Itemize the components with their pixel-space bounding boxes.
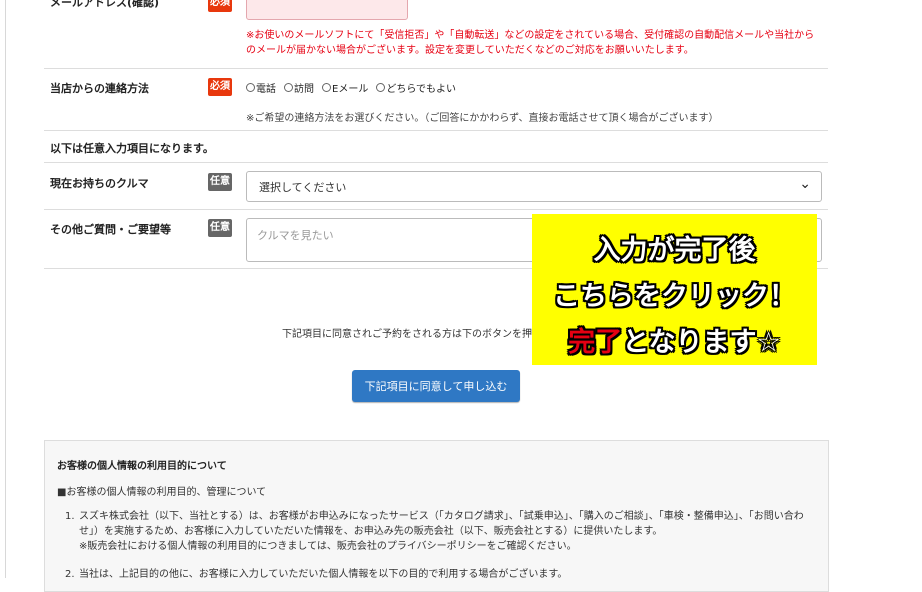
callout-line-3: 完了となります☆ [568, 327, 781, 358]
email-confirm-label: メールアドレス(確認) [50, 0, 160, 9]
row-divider [44, 209, 828, 210]
privacy-policy-box: お客様の個人情報の利用目的について ■お客様の個人情報の利用目的、管理について … [44, 440, 829, 592]
contact-method-label: 当店からの連絡方法 [50, 82, 149, 95]
textarea-placeholder: クルマを見たい [257, 229, 334, 242]
radio-email[interactable]: Eメール [322, 80, 368, 95]
radio-circle-icon[interactable] [284, 83, 293, 92]
current-car-label: 現在お持ちのクルマ [50, 177, 149, 190]
questions-label: その他ご質問・ご要望等 [50, 223, 171, 236]
radio-circle-icon[interactable] [246, 83, 255, 92]
current-car-select[interactable]: 選択してください ⌄ [246, 171, 822, 202]
required-badge: 必須 [208, 78, 232, 96]
radio-either[interactable]: どちらでもよい [376, 80, 456, 95]
radio-circle-icon[interactable] [322, 83, 331, 92]
select-value: 選択してください [259, 181, 347, 194]
callout-line-1: 入力が完了後 [593, 235, 756, 266]
page-left-border [5, 0, 6, 578]
required-badge: 必須 [208, 0, 232, 12]
contact-method-radio-group: 電話 訪問 Eメール どちらでもよい [246, 80, 456, 95]
email-warning-note: ※お使いのメールソフトにて「受信拒否」や「自動転送」などの設定をされている場合、… [246, 30, 815, 56]
privacy-item: 1. スズキ株式会社（以下、当社とする）は、お客様がお申込みになったサービス（「… [65, 511, 804, 552]
row-divider [44, 162, 828, 163]
optional-badge: 任意 [208, 219, 232, 237]
email-confirm-input[interactable] [246, 0, 408, 20]
callout-line-2: こちらをクリック！ [553, 281, 796, 312]
privacy-subtitle: ■お客様の個人情報の利用目的、管理について [57, 487, 267, 498]
agree-instruction-text: 下記項目に同意されご予約をされる方は下のボタンを押し [282, 329, 542, 340]
privacy-item: 2. 当社は、上記目的の他に、お客様に入力していただいた個人情報を以下の目的で利… [65, 569, 568, 580]
chevron-down-icon[interactable]: ⌄ [799, 176, 811, 192]
instruction-callout: 入力が完了後 こちらをクリック！ 完了となります☆ [532, 214, 817, 365]
optional-badge: 任意 [208, 173, 232, 191]
privacy-title: お客様の個人情報の利用目的について [57, 461, 227, 472]
row-divider [44, 68, 828, 69]
radio-circle-icon[interactable] [376, 83, 386, 92]
callout-highlight: 完了 [568, 327, 623, 358]
agree-submit-button[interactable]: 下記項目に同意して申し込む [352, 370, 520, 402]
optional-section-heading: 以下は任意入力項目になります。 [50, 142, 214, 155]
contact-method-note: ※ご希望の連絡方法をお選びください。（ご回答にかかわらず、直接お電話させて頂く場… [246, 113, 719, 124]
radio-visit[interactable]: 訪問 [284, 80, 314, 95]
row-divider [44, 130, 828, 131]
radio-phone[interactable]: 電話 [246, 80, 276, 95]
